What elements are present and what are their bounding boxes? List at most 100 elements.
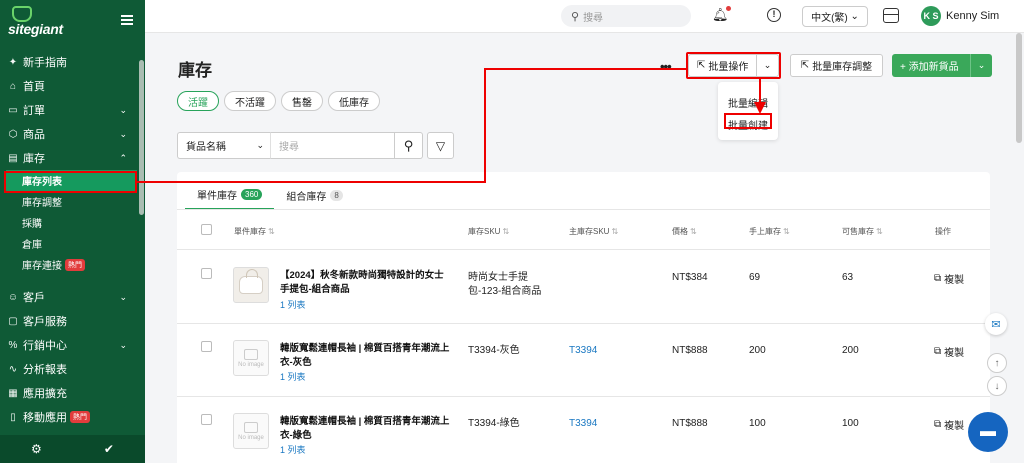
sidebar-nav: ✦ 新手指南 ⌂ 首頁 ▭ 訂單 ⌄ ⬡ 商品 ⌄ ▤ 庫存 ⌃ 庫存列表 庫存調整 採購 倉庫…: [0, 44, 145, 429]
hamburger-icon[interactable]: [121, 15, 133, 25]
on-hand-cell: 100: [749, 418, 766, 429]
sort-icon: ⇅: [690, 227, 697, 236]
search-icon: ⚲: [403, 137, 414, 153]
select-all-checkbox[interactable]: [201, 224, 212, 235]
hot-badge: 熱門: [65, 258, 85, 271]
price-cell: NT$888: [672, 418, 708, 429]
product-thumbnail[interactable]: No image: [233, 413, 269, 449]
col-item[interactable]: 單件庫存 ⇅: [234, 226, 275, 237]
funnel-icon: ▽: [435, 138, 446, 153]
sort-icon: ⇅: [783, 227, 790, 236]
copy-icon: ⧉: [934, 346, 942, 357]
filter-low-stock[interactable]: 低庫存: [328, 91, 380, 111]
avatar[interactable]: K S: [921, 6, 941, 26]
sidebar-item-analytics[interactable]: ∿ 分析報表: [0, 357, 145, 381]
filter-button[interactable]: ▽: [427, 132, 454, 159]
master-sku-link[interactable]: T3394: [569, 344, 597, 358]
sidebar-subitem-inventory-list[interactable]: 庫存列表: [6, 170, 137, 191]
sidebar-item-home[interactable]: ⌂ 首頁: [0, 74, 145, 98]
product-thumbnail[interactable]: No image: [233, 340, 269, 376]
copy-button[interactable]: ⧉ 複製: [934, 271, 964, 286]
available-cell: 100: [842, 418, 859, 429]
copy-icon: ⧉: [934, 419, 942, 430]
tab-bundle-inventory[interactable]: 組合庫存 8: [274, 180, 354, 210]
col-actions: 操作: [935, 227, 951, 236]
master-sku-link[interactable]: T3394: [569, 417, 597, 431]
col-sku[interactable]: 庫存SKU ⇅: [468, 226, 509, 237]
row-checkbox[interactable]: [201, 268, 212, 279]
filter-inactive[interactable]: 不活躍: [224, 91, 276, 111]
bulk-adjust-button[interactable]: ⇱ 批量庫存調整: [790, 54, 883, 77]
copy-button[interactable]: ⧉ 複製: [934, 417, 964, 432]
col-on-hand[interactable]: 手上庫存 ⇅: [749, 226, 790, 237]
filter-active[interactable]: 活躍: [177, 91, 219, 111]
scroll-up-button[interactable]: ↑: [987, 353, 1007, 373]
table-header: 單件庫存 ⇅ 庫存SKU ⇅ 主庫存SKU ⇅ 價格 ⇅ 手上庫存 ⇅ 可售庫存 ⇅ 操作: [177, 210, 990, 250]
row-checkbox[interactable]: [201, 341, 212, 352]
chevron-down-icon: ⌄: [256, 140, 264, 150]
row-checkbox[interactable]: [201, 414, 212, 425]
table-row: No image 韓版寬鬆連帽長袖 | 棉質百搭青年潮流上 衣-綠色 1 列表 T…: [177, 397, 990, 463]
live-chat-button[interactable]: ▬: [968, 412, 1008, 452]
search-button[interactable]: ⚲: [395, 132, 423, 159]
copy-button[interactable]: ⧉ 複製: [934, 344, 964, 359]
global-search-input[interactable]: ⚲ 搜尋: [561, 5, 691, 27]
sparkle-icon: ✦: [8, 56, 18, 68]
sidebar-item-customer-service[interactable]: ▢ 客戶服務: [0, 309, 145, 333]
add-new-product-button[interactable]: + 添加新貨品 ⌄: [892, 54, 992, 77]
mail-icon[interactable]: ✉: [985, 313, 1007, 335]
sidebar-item-customers[interactable]: ☺ 客戶 ⌄: [0, 285, 145, 309]
dropdown-bulk-create[interactable]: 批量創建: [728, 117, 768, 132]
sidebar-item-mobile-app[interactable]: ▯ 移動應用 熱門: [0, 405, 145, 429]
info-icon[interactable]: !: [767, 8, 781, 22]
page-scrollbar[interactable]: [1016, 33, 1022, 143]
sidebar-scrollbar[interactable]: [139, 60, 144, 215]
bell-icon[interactable]: 🔔︎: [712, 6, 731, 23]
product-name[interactable]: 韓版寬鬆連帽長袖 | 棉質百搭青年潮流上 衣-綠色: [280, 415, 452, 443]
filter-sold-out[interactable]: 售罄: [281, 91, 323, 111]
sidebar-subitem-inventory-adjust[interactable]: 庫存調整: [0, 191, 145, 212]
logo[interactable]: sitegiant: [0, 0, 145, 44]
product-name[interactable]: 【2024】秋冬新款時尚獨特設計的女士 手提包-組合商品: [280, 269, 452, 297]
product-name[interactable]: 韓版寬鬆連帽長袖 | 棉質百搭青年潮流上 衣-灰色: [280, 342, 452, 370]
bulk-action-dropdown: 批量編輯 批量創建: [718, 82, 778, 140]
tab-single-inventory[interactable]: 單件庫存 360: [185, 180, 275, 210]
sidebar-subitem-purchase[interactable]: 採購: [0, 212, 145, 233]
sidebar-subitem-warehouse[interactable]: 倉庫: [0, 233, 145, 254]
product-thumbnail[interactable]: [233, 267, 269, 303]
sidebar-item-orders[interactable]: ▭ 訂單 ⌄: [0, 98, 145, 122]
sku-cell: 時尚女士手提 包-123-組合商品: [468, 272, 542, 297]
sidebar-item-marketing[interactable]: % 行銷中心 ⌄: [0, 333, 145, 357]
sidebar-item-products[interactable]: ⬡ 商品 ⌄: [0, 122, 145, 146]
language-select[interactable]: 中文(繁) ⌄: [802, 6, 868, 27]
gear-icon[interactable]: ⚙: [31, 442, 42, 456]
dropdown-bulk-edit[interactable]: 批量編輯: [728, 95, 768, 110]
box-icon: ⬡: [8, 128, 18, 140]
search-input[interactable]: 搜尋: [270, 132, 395, 159]
listing-count-link[interactable]: 1 列表: [280, 370, 306, 383]
sidebar: sitegiant ✦ 新手指南 ⌂ 首頁 ▭ 訂單 ⌄ ⬡ 商品 ⌄ ▤ 庫存 ⌃ 庫存列表 …: [0, 0, 145, 463]
sidebar-item-apps[interactable]: ▦ 應用擴充: [0, 381, 145, 405]
chevron-down-icon: ⌄: [119, 104, 127, 115]
table-row: No image 韓版寬鬆連帽長袖 | 棉質百搭青年潮流上 衣-灰色 1 列表 T…: [177, 324, 990, 397]
inventory-table-card: 單件庫存 360 組合庫存 8 單件庫存 ⇅ 庫存SKU ⇅ 主庫存SKU ⇅ 價格 ⇅ 手…: [177, 172, 990, 463]
search-field-select[interactable]: 貨品名稱 ⌄: [177, 132, 270, 159]
pin-icon[interactable]: ✔: [104, 442, 114, 456]
more-options-icon[interactable]: •••: [660, 59, 672, 74]
username[interactable]: Kenny Sim: [946, 10, 999, 22]
sku-cell: T3394-灰色: [468, 345, 520, 356]
chevron-down-icon[interactable]: ⌄: [970, 54, 992, 77]
col-price[interactable]: 價格 ⇅: [672, 226, 697, 237]
col-master-sku[interactable]: 主庫存SKU ⇅: [569, 226, 618, 237]
scroll-down-button[interactable]: ↓: [987, 376, 1007, 396]
percent-icon: %: [8, 339, 18, 351]
sidebar-subitem-inventory-link[interactable]: 庫存連接 熱門: [0, 254, 145, 275]
sidebar-item-inventory[interactable]: ▤ 庫存 ⌃: [0, 146, 145, 170]
chevron-down-icon[interactable]: ⌄: [756, 55, 778, 76]
sidebar-item-guide[interactable]: ✦ 新手指南: [0, 50, 145, 74]
listing-count-link[interactable]: 1 列表: [280, 443, 306, 456]
col-available[interactable]: 可售庫存 ⇅: [842, 226, 883, 237]
listing-count-link[interactable]: 1 列表: [280, 298, 306, 311]
server-icon[interactable]: [883, 8, 899, 23]
bulk-action-button[interactable]: ⇱ 批量操作 ⌄: [688, 54, 779, 77]
